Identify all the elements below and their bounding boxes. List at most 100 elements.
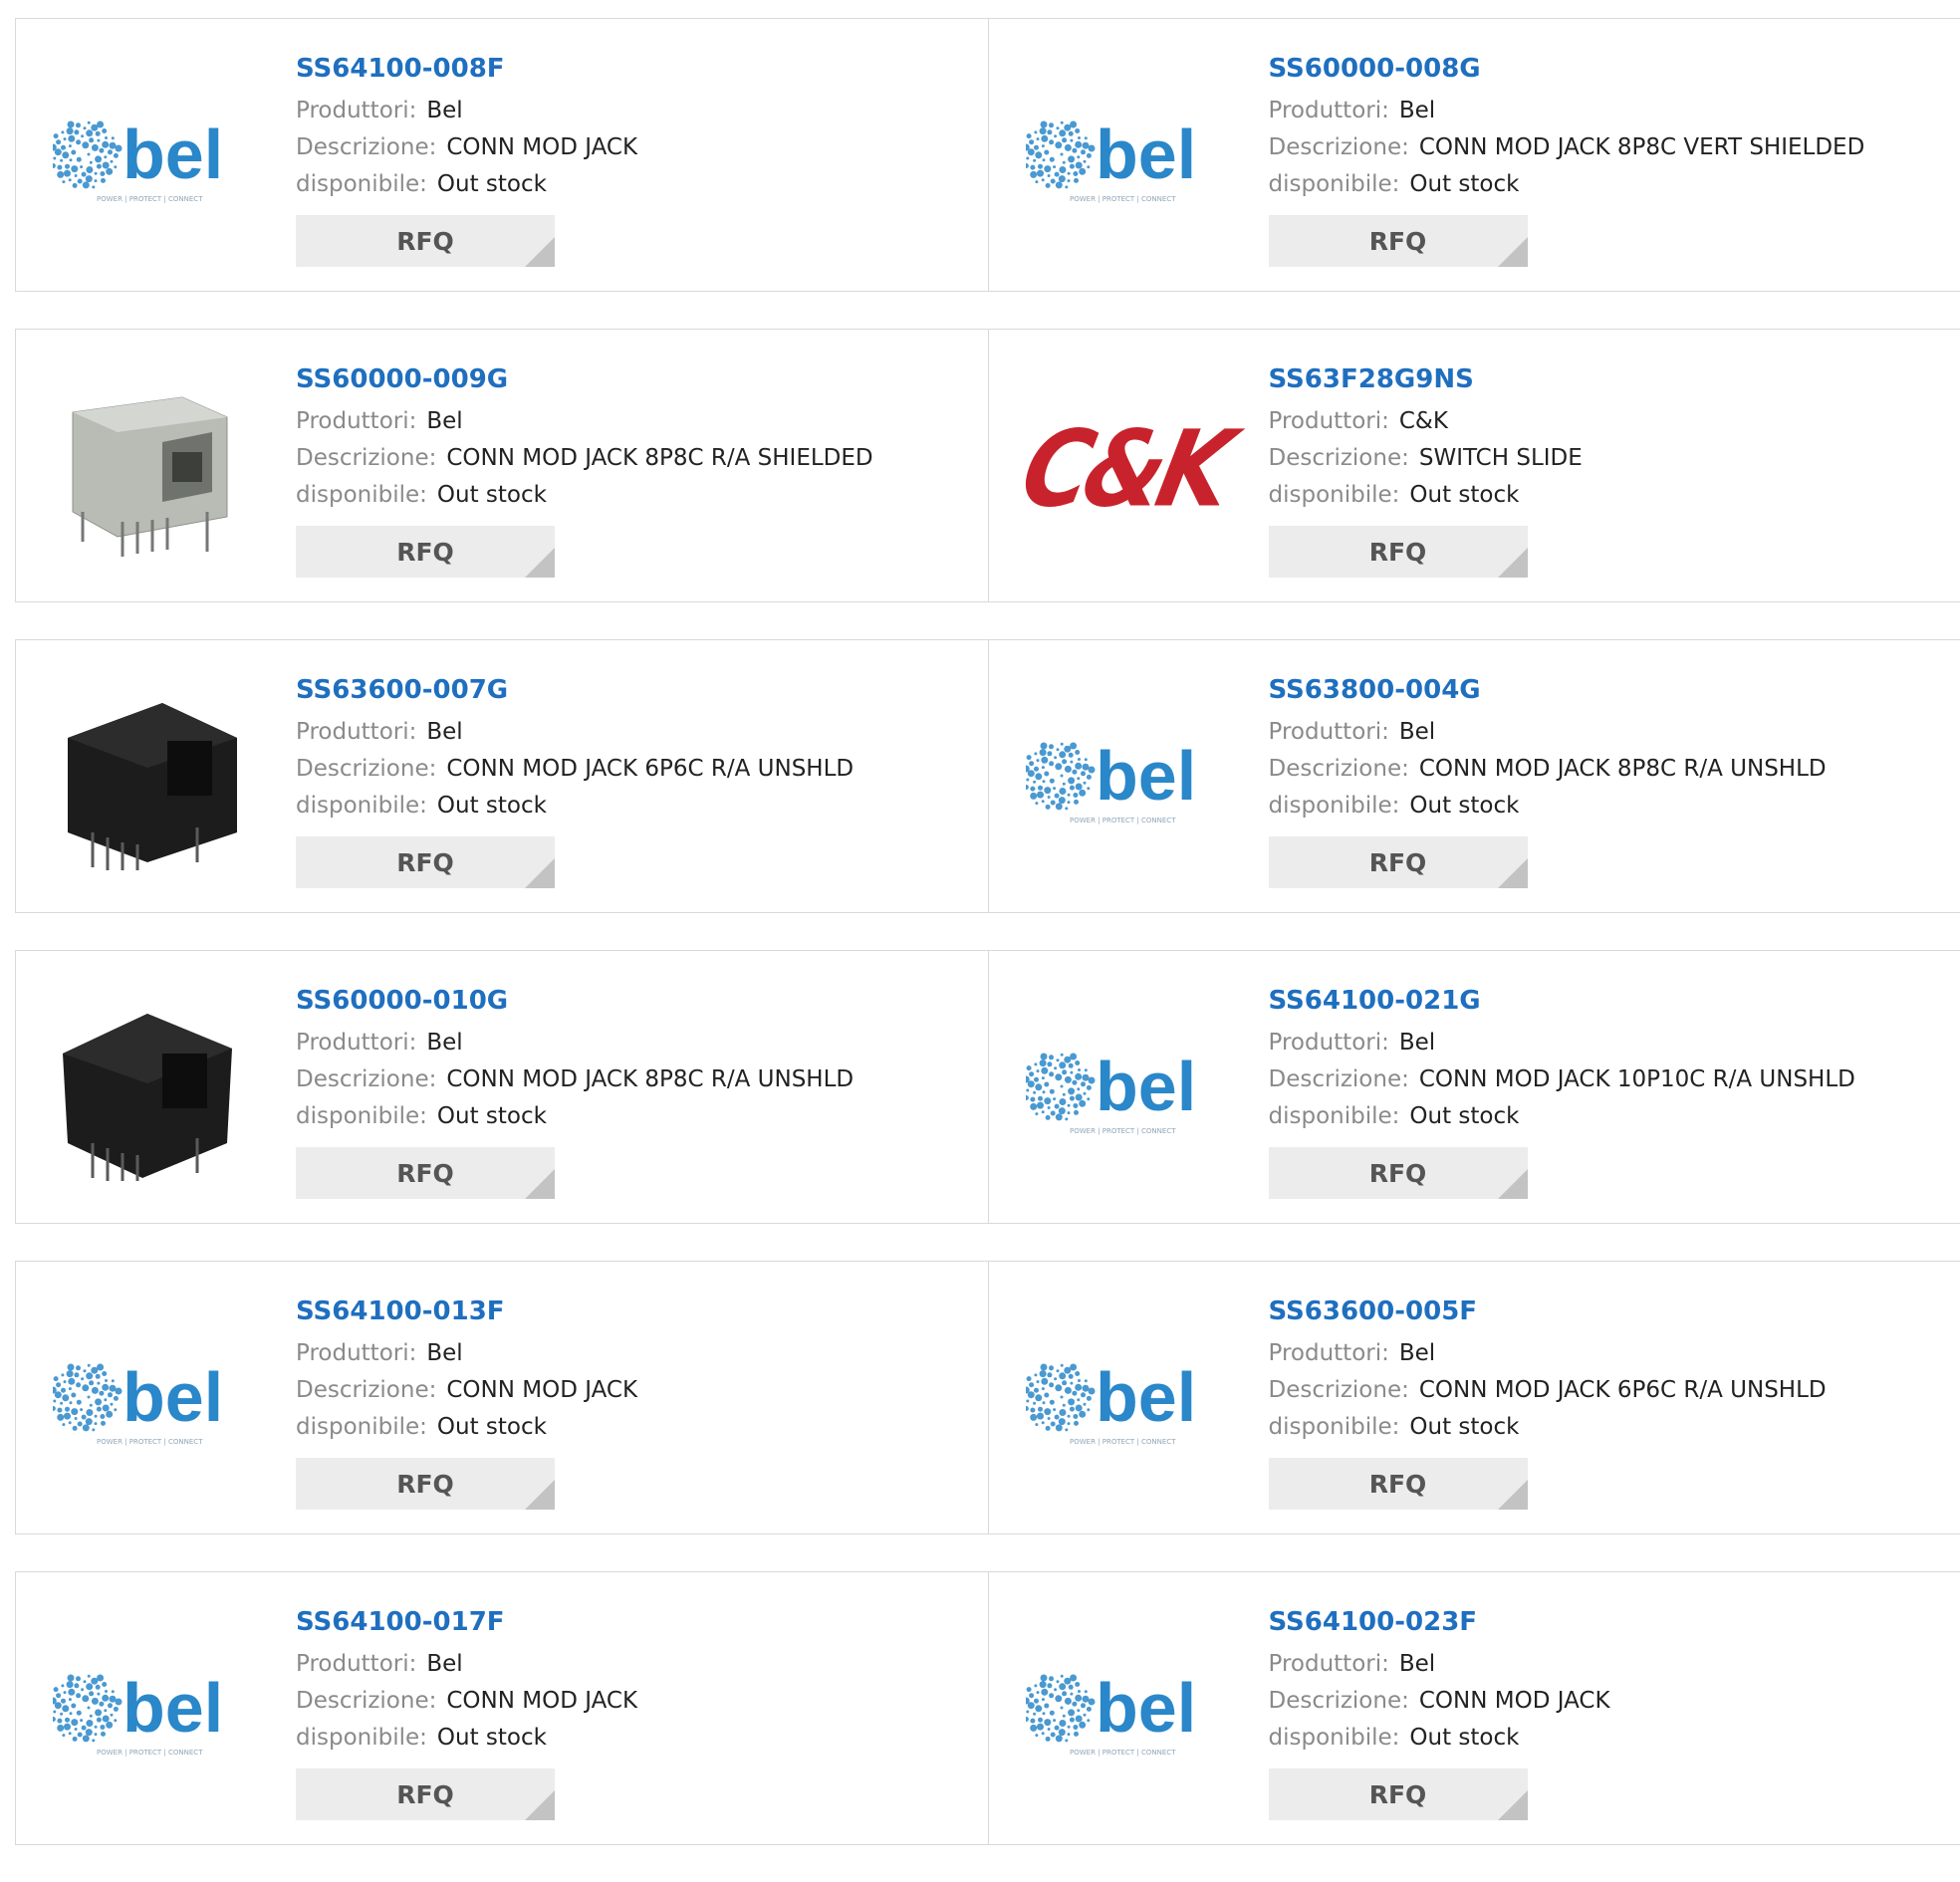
availability-value: Out stock (437, 1103, 547, 1129)
corner-fold-icon (525, 548, 555, 578)
manufacturer-value: Bel (1399, 1651, 1435, 1677)
manufacturer-value: Bel (426, 1651, 462, 1677)
part-number-link[interactable]: SS64100-017F (296, 1602, 637, 1642)
manufacturer-value: Bel (1399, 1030, 1435, 1056)
description-value: CONN MOD JACK 10P10C R/A UNSHLD (1419, 1066, 1855, 1092)
rfq-button[interactable]: RFQ (296, 1458, 555, 1510)
manufacturer-line: Produttori:Bel (1269, 714, 1827, 751)
description-line: Descrizione:CONN MOD JACK (296, 1683, 637, 1720)
part-number-link[interactable]: SS64100-013F (296, 1292, 637, 1331)
rfq-label: RFQ (396, 227, 454, 256)
bel-logo: bel POWER | PROTECT | CONNECT (53, 109, 252, 208)
product-image[interactable]: bel POWER | PROTECT | CONNECT (1026, 1617, 1225, 1806)
bel-wordmark: bel (122, 116, 223, 193)
rfq-button[interactable]: RFQ (1269, 1147, 1528, 1199)
manufacturer-value: Bel (426, 408, 462, 434)
product-image[interactable]: bel POWER | PROTECT | CONNECT (53, 1617, 252, 1806)
description-label: Descrizione: (296, 134, 436, 160)
product-image[interactable]: bel POWER | PROTECT | CONNECT (1026, 64, 1225, 253)
availability-line: disponibile:Out stock (1269, 1409, 1827, 1446)
rfq-label: RFQ (1369, 1470, 1427, 1499)
availability-value: Out stock (437, 1725, 547, 1751)
rfq-button[interactable]: RFQ (1269, 215, 1528, 267)
rfq-button[interactable]: RFQ (296, 1768, 555, 1820)
product-image[interactable]: bel POWER | PROTECT | CONNECT (1026, 685, 1225, 874)
product-row: SS60000-009G Produttori:Bel Descrizione:… (15, 329, 1960, 602)
corner-fold-icon (525, 1790, 555, 1820)
product-info: SS60000-008G Produttori:Bel Descrizione:… (1269, 49, 1865, 267)
product-image[interactable]: bel POWER | PROTECT | CONNECT (1026, 1306, 1225, 1496)
manufacturer-line: Produttori:Bel (296, 1025, 854, 1061)
part-number-link[interactable]: SS60000-010G (296, 981, 854, 1021)
bel-logo: bel POWER | PROTECT | CONNECT (1026, 109, 1225, 208)
manufacturer-line: Produttori:Bel (1269, 1646, 1610, 1683)
part-number-link[interactable]: SS60000-008G (1269, 49, 1865, 89)
availability-label: disponibile: (1269, 1725, 1400, 1751)
manufacturer-value: Bel (1399, 98, 1435, 123)
manufacturer-label: Produttori: (296, 1030, 416, 1056)
part-number-link[interactable]: SS63F28G9NS (1269, 359, 1583, 399)
bel-wordmark: bel (1096, 1048, 1196, 1125)
rfq-button[interactable]: RFQ (296, 215, 555, 267)
rfq-label: RFQ (1369, 538, 1427, 567)
availability-line: disponibile:Out stock (296, 166, 637, 203)
availability-label: disponibile: (1269, 1103, 1400, 1129)
availability-label: disponibile: (1269, 793, 1400, 819)
bel-logo: bel POWER | PROTECT | CONNECT (1026, 730, 1225, 829)
manufacturer-line: Produttori:Bel (296, 1646, 637, 1683)
availability-value: Out stock (437, 793, 547, 819)
description-label: Descrizione: (296, 1377, 436, 1403)
rfq-button[interactable]: RFQ (1269, 1458, 1528, 1510)
manufacturer-value: Bel (426, 1340, 462, 1366)
description-line: Descrizione:CONN MOD JACK (1269, 1683, 1610, 1720)
description-label: Descrizione: (296, 445, 436, 471)
part-number-link[interactable]: SS64100-023F (1269, 1602, 1610, 1642)
bel-tagline: POWER | PROTECT | CONNECT (1070, 1438, 1176, 1446)
product-info: SS60000-010G Produttori:Bel Descrizione:… (296, 981, 854, 1199)
part-number-link[interactable]: SS64100-021G (1269, 981, 1855, 1021)
product-image[interactable]: bel POWER | PROTECT | CONNECT (53, 1306, 252, 1496)
part-number-link[interactable]: SS63600-007G (296, 670, 854, 710)
manufacturer-value: C&K (1399, 408, 1448, 434)
product-image[interactable] (53, 374, 252, 564)
description-value: CONN MOD JACK (446, 134, 637, 160)
product-card: bel POWER | PROTECT | CONNECT SS63800-00… (989, 639, 1960, 913)
shielded-jack-photo (53, 372, 252, 566)
product-image[interactable]: C&K (1026, 374, 1225, 564)
rfq-button[interactable]: RFQ (296, 526, 555, 578)
part-number-link[interactable]: SS63800-004G (1269, 670, 1827, 710)
manufacturer-label: Produttori: (1269, 98, 1389, 123)
rfq-button[interactable]: RFQ (1269, 836, 1528, 888)
part-number-link[interactable]: SS63600-005F (1269, 1292, 1827, 1331)
part-number-link[interactable]: SS60000-009G (296, 359, 873, 399)
black-jack-photo (53, 683, 252, 876)
bel-tagline: POWER | PROTECT | CONNECT (1070, 195, 1176, 203)
bel-wordmark: bel (1096, 1358, 1196, 1436)
availability-line: disponibile:Out stock (296, 1409, 637, 1446)
product-image[interactable] (53, 685, 252, 874)
product-image[interactable]: bel POWER | PROTECT | CONNECT (1026, 996, 1225, 1185)
ck-logo: C&K (1012, 407, 1238, 530)
rfq-label: RFQ (396, 848, 454, 877)
rfq-button[interactable]: RFQ (1269, 1768, 1528, 1820)
availability-line: disponibile:Out stock (296, 1098, 854, 1135)
product-info: SS63800-004G Produttori:Bel Descrizione:… (1269, 670, 1827, 888)
description-value: CONN MOD JACK (446, 1377, 637, 1403)
product-card: bel POWER | PROTECT | CONNECT SS60000-00… (989, 18, 1960, 292)
rfq-label: RFQ (1369, 848, 1427, 877)
manufacturer-line: Produttori:Bel (1269, 1335, 1827, 1372)
corner-fold-icon (1498, 548, 1528, 578)
manufacturer-value: Bel (1399, 719, 1435, 745)
black-jack-angled-photo (53, 994, 252, 1187)
rfq-button[interactable]: RFQ (1269, 526, 1528, 578)
bel-tagline: POWER | PROTECT | CONNECT (97, 1749, 203, 1757)
rfq-button[interactable]: RFQ (296, 1147, 555, 1199)
part-number-link[interactable]: SS64100-008F (296, 49, 637, 89)
product-grid: bel POWER | PROTECT | CONNECT SS64100-00… (15, 18, 1960, 1882)
availability-label: disponibile: (296, 1725, 427, 1751)
manufacturer-label: Produttori: (1269, 1340, 1389, 1366)
rfq-label: RFQ (1369, 1159, 1427, 1188)
product-image[interactable]: bel POWER | PROTECT | CONNECT (53, 64, 252, 253)
product-image[interactable] (53, 996, 252, 1185)
rfq-button[interactable]: RFQ (296, 836, 555, 888)
